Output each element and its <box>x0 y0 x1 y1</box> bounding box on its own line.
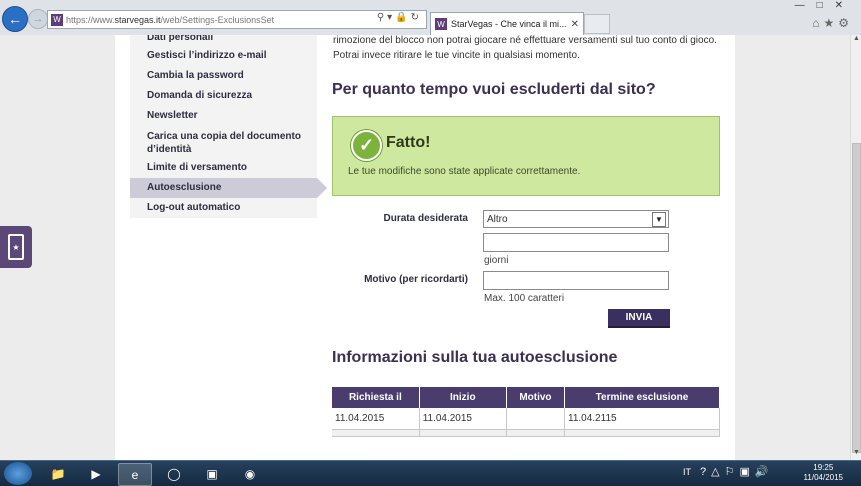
column-header-end: Termine esclusione <box>564 387 720 408</box>
language-indicator[interactable]: IT <box>683 467 691 477</box>
taskbar: 📁 ▶ e ◯ ▣ ◉ IT ?△⚐▣🔊 19:25 11/04/2015 <box>0 460 861 486</box>
scroll-thumb[interactable] <box>852 143 861 453</box>
browser-chrome: ← → W https://www.starvegas.it/web/Setti… <box>0 0 861 36</box>
scroll-down-icon[interactable]: ▼ <box>851 449 861 460</box>
table-row: 11.04.2015 11.04.2015 11.04.2115 <box>332 408 720 430</box>
system-clock[interactable]: 19:25 11/04/2015 <box>804 463 843 483</box>
phone-icon: ★ <box>8 234 24 260</box>
cell-end: 11.04.2115 <box>564 408 720 430</box>
column-header-start: Inizio <box>419 387 507 408</box>
duration-heading: Per quanto tempo vuoi escluderti dal sit… <box>332 81 656 98</box>
scroll-up-icon[interactable]: ▲ <box>851 35 861 46</box>
settings-sidebar: Dati personali Gestisci l’indirizzo e-ma… <box>130 35 327 218</box>
chevron-down-icon[interactable]: ▼ <box>652 212 666 227</box>
table-footer-row <box>332 429 720 437</box>
duration-select[interactable]: Altro ▼ <box>483 210 669 228</box>
sidebar-item-auto-logout[interactable]: Log-out automatico <box>130 198 317 218</box>
sidebar-item-security-question[interactable]: Domanda di sicurezza <box>130 86 317 106</box>
mobile-app-widget[interactable]: ★ <box>0 226 32 268</box>
days-input[interactable] <box>483 233 669 252</box>
address-bar-icons[interactable]: ⚲▾🔒↻ <box>377 12 422 23</box>
media-player-icon[interactable]: ▶ <box>80 463 112 484</box>
sidebar-item-self-exclusion[interactable]: Autoesclusione <box>130 178 327 198</box>
success-title: Fatto! <box>386 134 431 151</box>
checkmark-icon: ✓ <box>351 130 382 161</box>
url-text: https://www.starvegas.it/web/Settings-Ex… <box>66 14 275 25</box>
column-header-reason: Motivo <box>506 387 566 408</box>
sidebar-item-email[interactable]: Gestisci l’indirizzo e-mail <box>130 46 317 66</box>
internet-explorer-icon[interactable]: e <box>118 463 152 486</box>
new-tab-button[interactable] <box>584 14 610 34</box>
back-button-icon[interactable]: ← <box>2 6 28 32</box>
sidebar-item-deposit-limit[interactable]: Limite di versamento <box>130 158 317 178</box>
browser-tab[interactable]: W StarVegas - Che vinca il mi... ✕ <box>430 12 584 35</box>
app-launcher-icon[interactable]: ▣ <box>196 463 228 484</box>
intro-paragraph: rimozione del blocco non potrai giocare … <box>333 35 717 61</box>
sidebar-item-password[interactable]: Cambia la password <box>130 66 317 86</box>
window-controls[interactable]: —□✕ <box>795 0 855 11</box>
tab-title: StarVegas - Che vinca il mi... <box>451 19 567 29</box>
reason-input[interactable] <box>483 271 669 290</box>
cell-reason <box>506 408 566 430</box>
forward-button-icon[interactable]: → <box>28 9 48 29</box>
site-favicon-icon: W <box>51 13 63 26</box>
address-bar[interactable]: W https://www.starvegas.it/web/Settings-… <box>47 10 427 29</box>
exclusion-info-heading: Informazioni sulla tua autoesclusione <box>332 349 618 366</box>
tab-favicon-icon: W <box>435 18 447 30</box>
system-tray-icons[interactable]: ?△⚐▣🔊 <box>700 465 774 478</box>
reason-max-length-hint: Max. 100 caratteri <box>484 293 565 304</box>
file-explorer-icon[interactable]: 📁 <box>42 463 74 484</box>
submit-button[interactable]: INVIA <box>608 309 670 328</box>
sidebar-item-newsletter[interactable]: Newsletter <box>130 106 317 126</box>
days-unit-hint: giorni <box>484 255 509 266</box>
start-button-icon[interactable] <box>4 462 32 485</box>
cell-requested: 11.04.2015 <box>332 408 420 430</box>
close-tab-icon[interactable]: ✕ <box>571 19 579 30</box>
exclusion-info-table: Richiesta il Inizio Motivo Termine esclu… <box>332 387 720 437</box>
cell-start: 11.04.2015 <box>419 408 507 430</box>
clock-time: 19:25 <box>813 463 834 472</box>
sidebar-item-upload-id[interactable]: Carica una copia del documento d’identit… <box>130 126 317 158</box>
reason-label: Motivo (per ricordarti) <box>364 274 468 285</box>
success-message-box: ✓ Fatto! Le tue modifiche sono state app… <box>332 116 720 196</box>
chrome-icon[interactable]: ◉ <box>234 463 266 484</box>
hp-app-icon[interactable]: ◯ <box>158 463 190 484</box>
success-text: Le tue modifiche sono state applicate co… <box>348 166 581 177</box>
vertical-scrollbar[interactable]: ▲ ▼ <box>850 35 861 460</box>
duration-label: Durata desiderata <box>383 213 468 224</box>
page-viewport: Dati personali Gestisci l’indirizzo e-ma… <box>0 35 850 460</box>
home-favorites-settings-icons[interactable]: ⌂★⚙ <box>812 16 853 30</box>
clock-date: 11/04/2015 <box>803 473 843 482</box>
sidebar-item-personal-data[interactable]: Dati personali <box>130 35 317 46</box>
duration-selected-value: Altro <box>487 213 508 225</box>
table-header-row: Richiesta il Inizio Motivo Termine esclu… <box>332 387 720 408</box>
column-header-requested: Richiesta il <box>332 387 420 408</box>
